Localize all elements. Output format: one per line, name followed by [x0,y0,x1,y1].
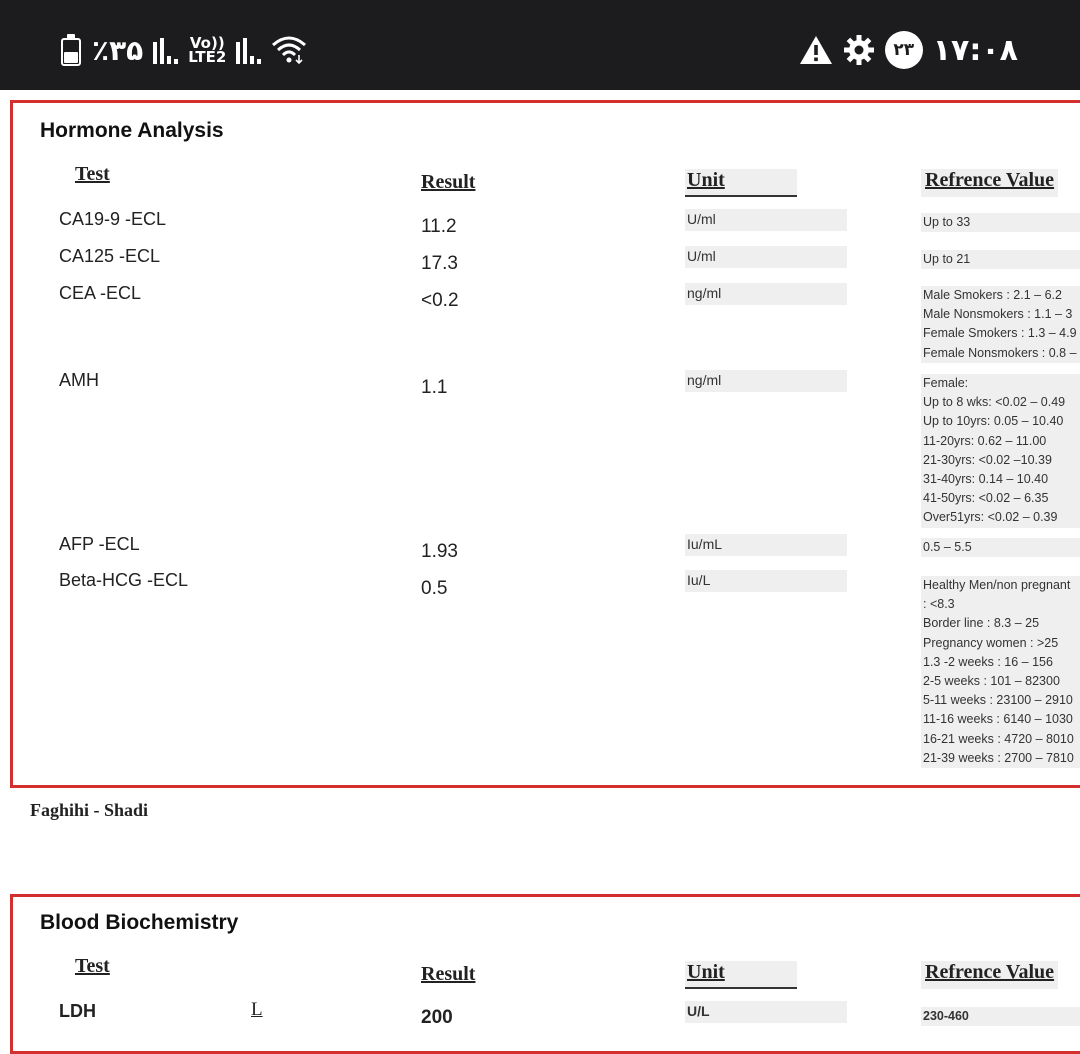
wifi-icon [272,36,307,65]
test-name: Beta-HCG -ECL [59,570,189,590]
test-header: Test [75,955,110,977]
reference-line: Healthy Men/non pregnant [923,578,1071,592]
reference-line: 2-5 weeks : 101 – 82300 [923,674,1060,689]
unit-value: U/ml [685,246,847,268]
reference-value: Female: Up to 8 wks: <0.02 – 0.49 Up to … [921,374,1080,528]
reference-line: Border line : 8.3 – 25 [923,616,1040,631]
reference-value: 230-460 [921,1007,1080,1027]
reference-line: 16-21 weeks : 4720 – 8010 [923,731,1074,746]
unit-value: ng/ml [685,370,847,392]
reference-line: Over51yrs: <0.02 – 0.39 [923,510,1058,525]
reference-line: 0.5 – 5.5 [923,540,972,554]
section-title: Blood Biochemistry [40,911,239,934]
reference-value: Male Smokers : 2.1 – 6.2 Male Nonsmokers… [921,286,1080,363]
notification-badge: ۲۳ [884,31,923,69]
reference-value: Up to 21 [921,250,1080,270]
reference-line: Pregnancy women : >25 [923,635,1059,650]
gear-icon [843,35,874,65]
test-header: Test [75,163,110,185]
reference-line: Up to 8 wks: <0.02 – 0.49 [923,395,1066,410]
reference-line: Female Nonsmokers : 0.8 – [923,345,1077,360]
test-name: CA125 -ECL [59,246,161,266]
unit-value: Iu/mL [685,534,847,556]
status-time: ۱۷:۰۸ [932,32,1018,68]
reference-line: 5-11 weeks : 23100 – 2910 [923,693,1073,708]
result-value: 11.2 [421,216,457,237]
status-bar: ٪۳۵ Vo)) LTE2 ۲۳ ۱۷:۰۸ [0,0,1080,90]
reference-line: 11-20yrs: 0.62 – 11.00 [923,433,1047,448]
blood-biochemistry-section: Blood Biochemistry Test Result Unit Refr… [10,894,1080,1054]
reference-header: Refrence Value [921,169,1059,197]
reference-line: 31-40yrs: 0.14 – 10.40 [923,472,1049,487]
battery-icon [60,34,82,66]
result-value: 200 [421,1007,453,1028]
section-title: Hormone Analysis [40,119,224,142]
result-value: <0.2 [421,290,459,311]
reference-line: 41-50yrs: <0.02 – 6.35 [923,491,1049,506]
reference-line: Up to 21 [923,252,971,266]
result-header: Result [421,171,476,193]
reference-header: Refrence Value [921,961,1059,989]
result-value: 1.1 [421,377,448,398]
reference-line: 11-16 weeks : 6140 – 1030 [923,712,1073,727]
reference-value: Healthy Men/non pregnant : <8.3 Border l… [921,576,1080,769]
signal-icon [153,36,179,64]
status-left: ٪۳۵ Vo)) LTE2 [60,30,307,70]
test-name: CA19-9 -ECL [59,209,167,229]
reference-line: Up to 33 [923,215,971,229]
signature-name: Faghihi - Shadi [30,800,149,820]
reference-line: Female: [923,376,969,390]
reference-line: 21-30yrs: <0.02 –10.39 [923,452,1052,467]
reference-line: : <8.3 [923,597,955,612]
unit-value: Iu/L [685,570,847,592]
hormone-analysis-section: Hormone Analysis Test Result Unit Refren… [10,100,1080,788]
flag-indicator: L [251,999,263,1020]
reference-line: 21-39 weeks : 2700 – 7810 [923,750,1074,765]
reference-line: 230-460 [923,1009,969,1023]
unit-header: Unit [685,169,797,197]
reference-value: Up to 33 [921,213,1080,233]
result-header: Result [421,963,476,985]
reference-line: Male Nonsmokers : 1.1 – 3 [923,307,1073,322]
test-name: AMH [59,370,99,390]
result-value: 1.93 [421,541,458,562]
signal-icon [236,36,262,64]
battery-percent: ٪۳۵ [92,33,144,67]
unit-value: U/ml [685,209,847,231]
reference-line: Male Smokers : 2.1 – 6.2 [923,288,1062,302]
unit-header: Unit [685,961,797,989]
status-right: ۲۳ ۱۷:۰۸ [799,30,1018,70]
test-name: CEA -ECL [59,283,142,303]
unit-value: ng/ml [685,283,847,305]
warning-icon [799,36,832,64]
result-value: 0.5 [421,578,448,599]
reference-line: 1.3 -2 weeks : 16 – 156 [923,654,1053,669]
result-value: 17.3 [421,253,458,274]
reference-line: Up to 10yrs: 0.05 – 10.40 [923,414,1064,429]
lte-icon: Vo)) LTE2 [188,36,227,66]
test-name: LDH [59,1001,96,1021]
lte-bottom-label: LTE2 [188,48,227,66]
unit-value: U/L [685,1001,847,1023]
test-name: AFP -ECL [59,534,140,554]
reference-value: 0.5 – 5.5 [921,538,1080,558]
reference-line: Female Smokers : 1.3 – 4.9 [923,326,1077,341]
